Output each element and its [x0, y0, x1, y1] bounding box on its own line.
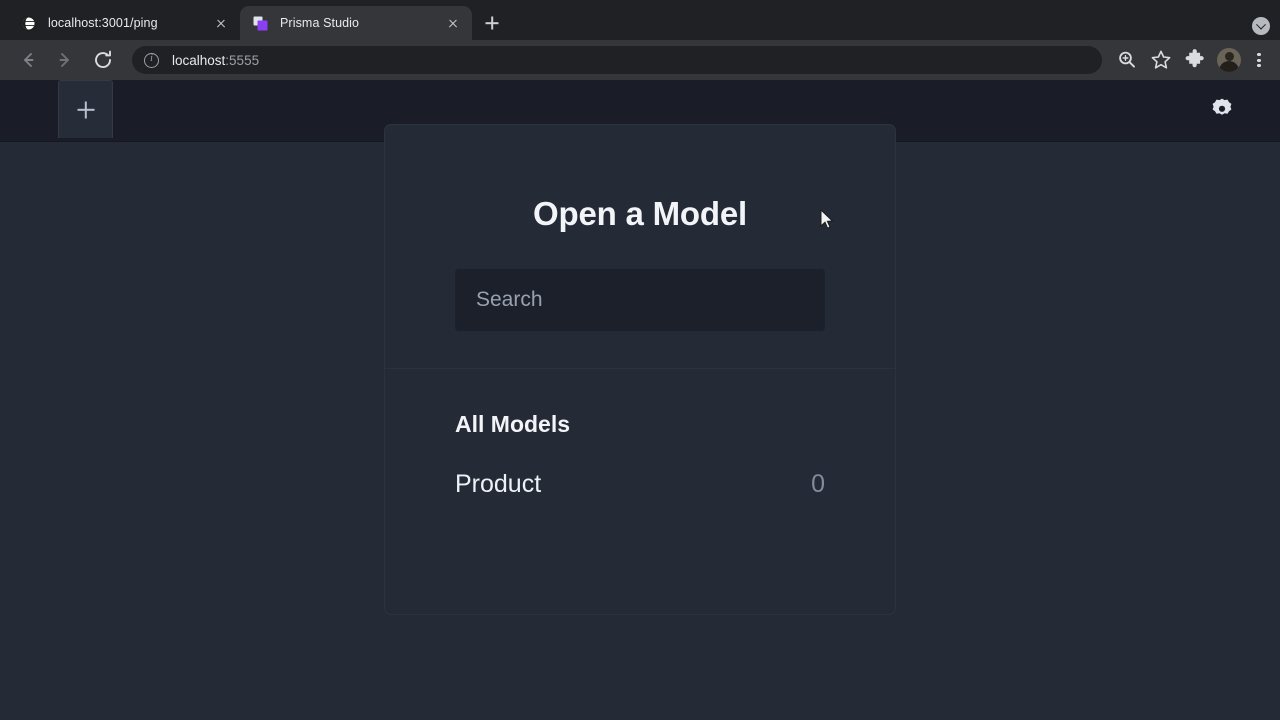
- card-bottom-section: All Models Product 0: [385, 369, 895, 499]
- star-icon[interactable]: [1147, 46, 1175, 74]
- three-dot-menu-icon[interactable]: [1246, 46, 1272, 74]
- back-button[interactable]: [12, 45, 42, 75]
- menu-dot: [1257, 64, 1261, 68]
- model-search-input[interactable]: [455, 269, 825, 331]
- prisma-studio-app: Open a Model All Models Product 0: [0, 80, 1280, 720]
- close-icon[interactable]: [444, 14, 462, 32]
- tab-title: Prisma Studio: [280, 16, 360, 30]
- tab-strip-right-controls: [1252, 17, 1270, 35]
- menu-dot: [1257, 58, 1261, 62]
- gear-icon[interactable]: [1207, 96, 1237, 126]
- tab-title: localhost:3001/ping: [48, 16, 158, 30]
- search-icon[interactable]: [1113, 46, 1141, 74]
- reload-icon: [95, 50, 111, 68]
- address-bar[interactable]: localhost:5555: [132, 46, 1102, 74]
- page-title: Open a Model: [533, 195, 747, 232]
- forward-button[interactable]: [50, 45, 80, 75]
- model-name: Product: [455, 470, 542, 498]
- model-count: 0: [811, 470, 825, 498]
- all-models-heading: All Models: [455, 411, 571, 437]
- url-port: :5555: [225, 52, 260, 68]
- prisma-squares-icon: [252, 15, 269, 32]
- url-host: localhost: [172, 52, 226, 68]
- list-item[interactable]: Product 0: [455, 470, 825, 499]
- open-model-card: Open a Model All Models Product 0: [384, 124, 896, 615]
- tab-strip: localhost:3001/ping Prisma Studio: [0, 0, 1280, 40]
- profile-avatar[interactable]: [1217, 48, 1241, 72]
- add-studio-tab-button[interactable]: [58, 80, 113, 138]
- close-icon[interactable]: [212, 14, 230, 32]
- arrow-left-icon: [24, 53, 34, 67]
- browser-toolbar: localhost:5555: [0, 40, 1280, 80]
- browser-tab-localhost-3001-ping[interactable]: localhost:3001/ping: [8, 6, 240, 40]
- globe-icon: [20, 15, 37, 32]
- avatar-head: [1224, 52, 1234, 61]
- puzzle-piece-icon[interactable]: [1181, 46, 1209, 74]
- menu-dot: [1257, 53, 1261, 57]
- browser-tab-prisma-studio[interactable]: Prisma Studio: [240, 6, 472, 40]
- new-tab-button[interactable]: [478, 9, 506, 37]
- avatar-body: [1219, 61, 1239, 72]
- browser-chrome: localhost:3001/ping Prisma Studio i loca…: [0, 0, 1280, 80]
- card-top-section: Open a Model: [385, 125, 895, 369]
- info-circle-icon[interactable]: [144, 52, 159, 68]
- arrow-right-icon: [59, 53, 69, 67]
- reload-button[interactable]: [88, 45, 118, 75]
- chevron-down-circle-icon[interactable]: [1252, 17, 1270, 35]
- url-text: localhost:5555: [172, 53, 259, 68]
